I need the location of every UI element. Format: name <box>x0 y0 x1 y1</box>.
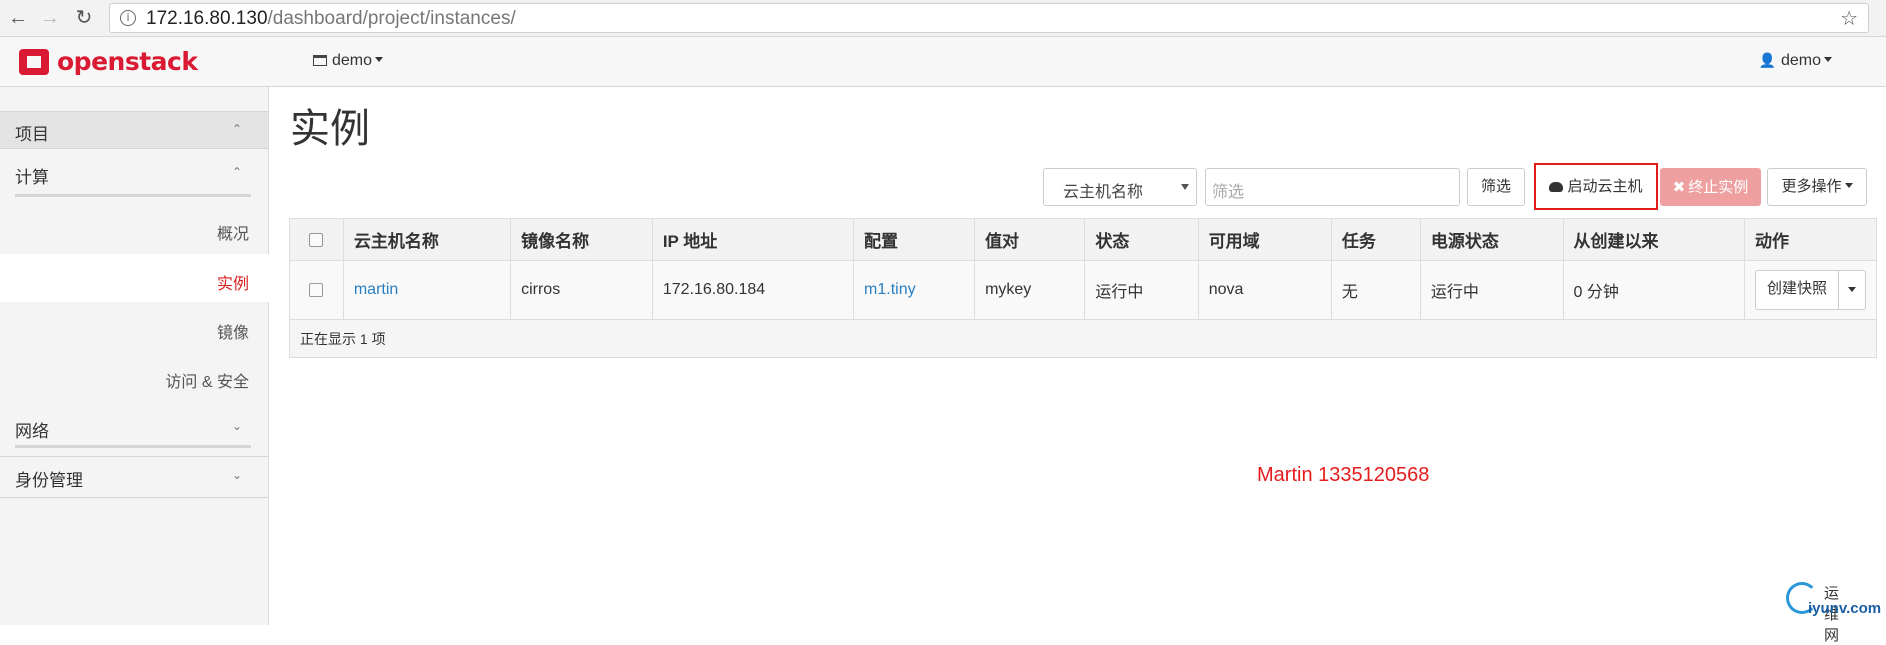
more-actions-button[interactable]: 更多操作 <box>1767 168 1867 206</box>
instances-table: 云主机名称 镜像名称 IP 地址 配置 值对 状态 可用域 任务 电源状态 从创… <box>289 218 1878 358</box>
user-icon: 👤 <box>1758 53 1776 69</box>
url-text: 172.16.80.130/dashboard/project/instance… <box>146 8 516 29</box>
column-header[interactable]: 可用域 <box>1197 218 1332 261</box>
launch-instance-button[interactable]: 启动云主机 <box>1534 163 1658 210</box>
instance-name-link[interactable]: martin <box>354 281 398 298</box>
chevron-up-icon: ⌃ <box>231 122 242 136</box>
section-divider <box>15 194 251 197</box>
forward-icon[interactable]: → <box>36 4 64 32</box>
brand-domain-text: iyunv.com <box>1808 600 1882 617</box>
flavor-cell: m1.tiny <box>853 260 976 320</box>
sidebar-separator <box>0 456 268 457</box>
select-all-checkbox[interactable] <box>309 233 324 248</box>
age-cell: 0 分钟 <box>1562 260 1745 320</box>
caret-down-icon <box>1824 57 1832 62</box>
sidebar-section-label: 网络 <box>15 422 49 441</box>
column-header[interactable]: 镜像名称 <box>510 218 653 261</box>
user-menu[interactable]: 👤 demo <box>1759 52 1832 70</box>
filter-input[interactable]: 筛选 <box>1205 168 1460 206</box>
chevron-up-icon: ⌃ <box>231 165 242 179</box>
select-all-cell <box>289 218 344 261</box>
reload-icon[interactable]: ↻ <box>70 4 98 32</box>
filter-placeholder: 筛选 <box>1212 184 1245 201</box>
column-header[interactable]: 电源状态 <box>1419 218 1564 261</box>
address-bar[interactable]: i 172.16.80.130/dashboard/project/instan… <box>109 3 1869 33</box>
chevron-down-icon: ⌄ <box>231 419 242 433</box>
sidebar-item-access-security[interactable]: 访问 & 安全 <box>165 368 249 392</box>
project-selector[interactable]: demo <box>313 52 384 70</box>
filter-button[interactable]: 筛选 <box>1467 168 1525 206</box>
column-header[interactable]: 从创建以来 <box>1562 218 1745 261</box>
sidebar-section-network[interactable]: 网络 ⌄ <box>0 413 268 449</box>
actions-cell: 创建快照 <box>1743 260 1878 320</box>
create-snapshot-button[interactable]: 创建快照 <box>1756 271 1839 309</box>
terminate-label: 终止实例 <box>1688 179 1749 196</box>
row-select-cell <box>289 260 344 320</box>
column-header[interactable]: 云主机名称 <box>342 218 512 261</box>
top-navbar: openstack demo 👤 demo <box>0 37 1886 87</box>
terminate-instances-button[interactable]: ✖ 终止实例 <box>1660 168 1761 206</box>
cloud-upload-icon <box>1549 182 1564 192</box>
column-header[interactable]: 任务 <box>1330 218 1421 261</box>
zone-cell: nova <box>1197 260 1332 320</box>
ip-address-cell: 172.16.80.184 <box>651 260 855 320</box>
sidebar-section-project[interactable]: 项目 ⌃ <box>0 111 268 149</box>
instance-name-cell: martin <box>342 260 512 320</box>
page-title: 实例 <box>290 107 370 151</box>
chevron-down-icon: ⌄ <box>231 468 242 482</box>
back-icon[interactable]: ← <box>4 4 32 32</box>
row-actions-group: 创建快照 <box>1754 270 1866 310</box>
table-footer-row: 正在显示 1 项 <box>289 319 1877 358</box>
user-menu-label: demo <box>1780 52 1821 69</box>
filter-field-label: 云主机名称 <box>1063 184 1144 201</box>
row-checkbox[interactable] <box>309 282 324 297</box>
task-cell: 无 <box>1330 260 1421 320</box>
logo-text: openstack <box>57 47 198 76</box>
table-count: 正在显示 1 项 <box>289 319 1877 358</box>
bookmark-star-icon[interactable]: ☆ <box>1840 6 1858 31</box>
keypair-cell: mykey <box>974 260 1086 320</box>
project-selector-label: demo <box>332 52 373 69</box>
row-actions-dropdown[interactable] <box>1839 271 1865 309</box>
sidebar-section-label: 身份管理 <box>15 471 83 490</box>
launch-instance-label: 启动云主机 <box>1567 178 1643 195</box>
column-header[interactable]: 状态 <box>1084 218 1199 261</box>
sidebar-section-identity[interactable]: 身份管理 ⌄ <box>0 462 268 498</box>
sidebar-separator <box>0 497 268 498</box>
status-cell: 运行中 <box>1084 260 1199 320</box>
caret-down-icon <box>1844 183 1853 188</box>
sidebar: 项目 ⌃ 计算 ⌃ 概况 实例 镜像 访问 & 安全 网络 ⌄ 身份管理 ⌄ <box>0 87 269 625</box>
more-actions-label: 更多操作 <box>1781 178 1842 195</box>
section-divider <box>15 445 251 448</box>
flavor-link[interactable]: m1.tiny <box>864 281 916 298</box>
column-header: 动作 <box>1743 218 1878 261</box>
column-header[interactable]: 值对 <box>974 218 1086 261</box>
sidebar-section-compute[interactable]: 计算 ⌃ <box>0 159 268 195</box>
select-arrow-icon <box>1181 184 1189 190</box>
sidebar-item-overview[interactable]: 概况 <box>217 220 249 244</box>
sidebar-item-images[interactable]: 镜像 <box>217 319 249 343</box>
filter-field-select[interactable]: 云主机名称 <box>1043 168 1197 206</box>
column-header[interactable]: IP 地址 <box>651 218 855 261</box>
browser-toolbar: ← → ↻ i 172.16.80.130/dashboard/project/… <box>0 0 1886 37</box>
watermark-text: Martin 1335120568 <box>1257 464 1430 486</box>
sidebar-item-instances[interactable]: 实例 <box>217 270 249 294</box>
caret-down-icon <box>375 57 384 62</box>
close-icon: ✖ <box>1672 178 1686 196</box>
power-state-cell: 运行中 <box>1419 260 1564 320</box>
image-name-cell: cirros <box>510 260 653 320</box>
column-header[interactable]: 配置 <box>853 218 976 261</box>
openstack-logo-icon <box>19 49 49 75</box>
sidebar-section-label: 项目 <box>15 125 49 144</box>
table-header-row: 云主机名称 镜像名称 IP 地址 配置 值对 状态 可用域 任务 电源状态 从创… <box>289 218 1878 261</box>
table-row: martin cirros 172.16.80.184 m1.tiny myke… <box>289 260 1878 320</box>
project-icon <box>313 55 327 66</box>
sidebar-section-label: 计算 <box>15 168 49 187</box>
site-info-icon[interactable]: i <box>120 10 136 26</box>
